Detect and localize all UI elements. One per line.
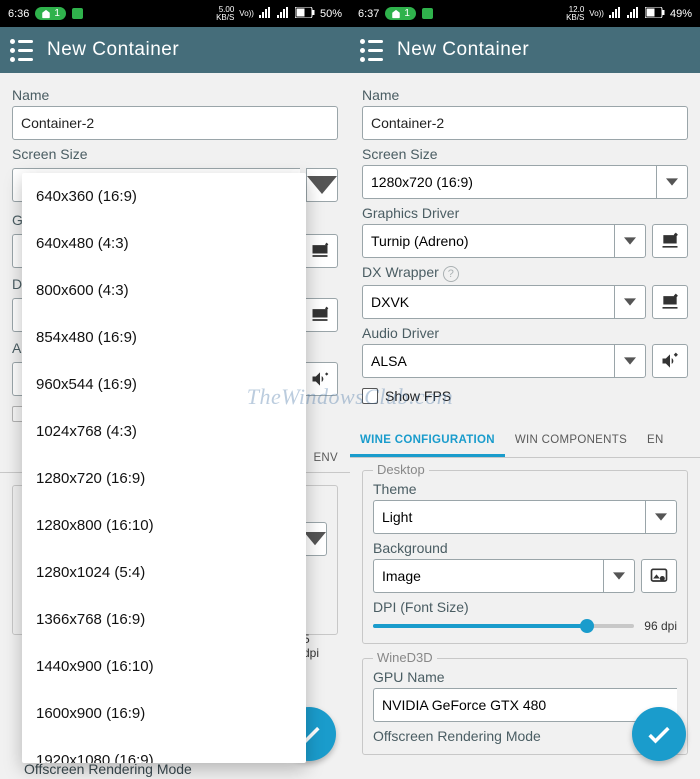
sim-pill: 1 [385, 7, 416, 20]
status-bar: 6:36 1 5.00KB/S Vo)) 50% [0, 0, 350, 27]
menu-icon[interactable] [10, 39, 33, 62]
graphics-select[interactable]: Turnip (Adreno) [362, 224, 646, 258]
dropdown-option[interactable]: 640x480 (4:3) [22, 220, 306, 267]
name-label: Name [362, 87, 688, 103]
group-title: WineD3D [373, 650, 437, 665]
confirm-button[interactable] [632, 707, 686, 761]
tab-env[interactable]: EN [637, 424, 674, 457]
status-bar: 6:37 1 12.0KB/S Vo)) 49% [350, 0, 700, 27]
dropdown-option[interactable]: 854x480 (16:9) [22, 314, 306, 361]
page-title: New Container [47, 39, 179, 61]
menu-icon[interactable] [360, 39, 383, 62]
signal-icon [609, 7, 622, 21]
battery-icon [645, 7, 665, 21]
background-label: Background [373, 540, 677, 556]
gpu-select[interactable]: NVIDIA GeForce GTX 480 [373, 688, 677, 722]
app-bar: New Container [350, 27, 700, 73]
right-screen: 6:37 1 12.0KB/S Vo)) 49% New Container [350, 0, 700, 779]
left-screen: 6:36 1 5.00KB/S Vo)) 50% New Container [0, 0, 350, 779]
dx-select[interactable]: DXVK [362, 285, 646, 319]
desktop-group: Desktop Theme Light Background Image [362, 470, 688, 644]
page-title: New Container [397, 39, 529, 61]
app-bar: New Container [0, 27, 350, 73]
chevron-down-icon[interactable] [614, 224, 646, 258]
help-icon[interactable]: ? [443, 266, 459, 282]
dropdown-option[interactable]: 1366x768 (16:9) [22, 596, 306, 643]
chevron-down-icon[interactable] [614, 285, 646, 319]
dropdown-option[interactable]: 640x360 (16:9) [22, 173, 306, 220]
screen-size-label: Screen Size [362, 146, 688, 162]
settings-icon[interactable] [302, 234, 338, 268]
theme-select[interactable]: Light [373, 500, 677, 534]
name-input[interactable]: Container-2 [362, 106, 688, 140]
settings-icon[interactable] [302, 298, 338, 332]
dx-label: DX Wrapper? [362, 264, 688, 282]
background-select[interactable]: Image [373, 559, 635, 593]
theme-label: Theme [373, 481, 677, 497]
dropdown-option[interactable]: 1280x720 (16:9) [22, 455, 306, 502]
chevron-down-icon[interactable] [645, 500, 677, 534]
gpu-label: GPU Name [373, 669, 677, 685]
dpi-label: DPI (Font Size) [373, 599, 677, 615]
battery-pct: 49% [670, 8, 692, 20]
audio-select[interactable]: ALSA [362, 344, 646, 378]
dx-settings-icon[interactable] [652, 285, 688, 319]
dpi-slider[interactable] [373, 624, 634, 628]
image-picker-icon[interactable] [641, 559, 677, 593]
signal-icon [259, 7, 272, 21]
kbps: 5.00KB/S [216, 6, 234, 22]
status-square-icon [72, 8, 83, 19]
group-title: Desktop [373, 462, 429, 477]
tab-wine-config[interactable]: WINE CONFIGURATION [350, 424, 505, 457]
clock: 6:37 [358, 8, 379, 20]
chevron-down-icon[interactable] [306, 168, 338, 202]
audio-settings-icon[interactable] [652, 344, 688, 378]
chevron-down-icon[interactable] [656, 165, 688, 199]
screen-size-select[interactable]: 1280x720 (16:9) [362, 165, 688, 199]
chevron-down-icon[interactable] [603, 559, 635, 593]
tab-win-components[interactable]: WIN COMPONENTS [505, 424, 637, 457]
screen-size-dropdown: 640x360 (16:9) 640x480 (4:3) 800x600 (4:… [22, 173, 306, 763]
sim-pill: 1 [35, 7, 66, 20]
dropdown-option[interactable]: 1600x900 (16:9) [22, 690, 306, 737]
kbps: 12.0KB/S [566, 6, 584, 22]
battery-pct: 50% [320, 8, 342, 20]
dpi-value: 5 dpi [303, 632, 327, 660]
net-label: Vo)) [589, 10, 604, 18]
tab-bar: WINE CONFIGURATION WIN COMPONENTS EN [350, 424, 700, 458]
dropdown-option[interactable]: 1280x1024 (5:4) [22, 549, 306, 596]
dropdown-option[interactable]: 1440x900 (16:10) [22, 643, 306, 690]
dropdown-option[interactable]: 960x544 (16:9) [22, 361, 306, 408]
signal-icon-2 [277, 7, 290, 21]
dropdown-option[interactable]: 1024x768 (4:3) [22, 408, 306, 455]
dropdown-option[interactable]: 1280x800 (16:10) [22, 502, 306, 549]
net-label: Vo)) [239, 10, 254, 18]
signal-icon-2 [627, 7, 640, 21]
show-fps-checkbox[interactable]: Show FPS [362, 388, 688, 404]
clock: 6:36 [8, 8, 29, 20]
audio-settings-icon[interactable] [302, 362, 338, 396]
audio-label: Audio Driver [362, 325, 688, 341]
battery-icon [295, 7, 315, 21]
graphics-settings-icon[interactable] [652, 224, 688, 258]
graphics-label: Graphics Driver [362, 205, 688, 221]
name-label: Name [12, 87, 338, 103]
dropdown-option[interactable]: 800x600 (4:3) [22, 267, 306, 314]
dropdown-option[interactable]: 1920x1080 (16:9) [22, 737, 306, 763]
name-input[interactable]: Container-2 [12, 106, 338, 140]
dpi-value: 96 dpi [644, 619, 677, 633]
screen-size-label: Screen Size [12, 146, 338, 162]
status-square-icon [422, 8, 433, 19]
chevron-down-icon[interactable] [614, 344, 646, 378]
